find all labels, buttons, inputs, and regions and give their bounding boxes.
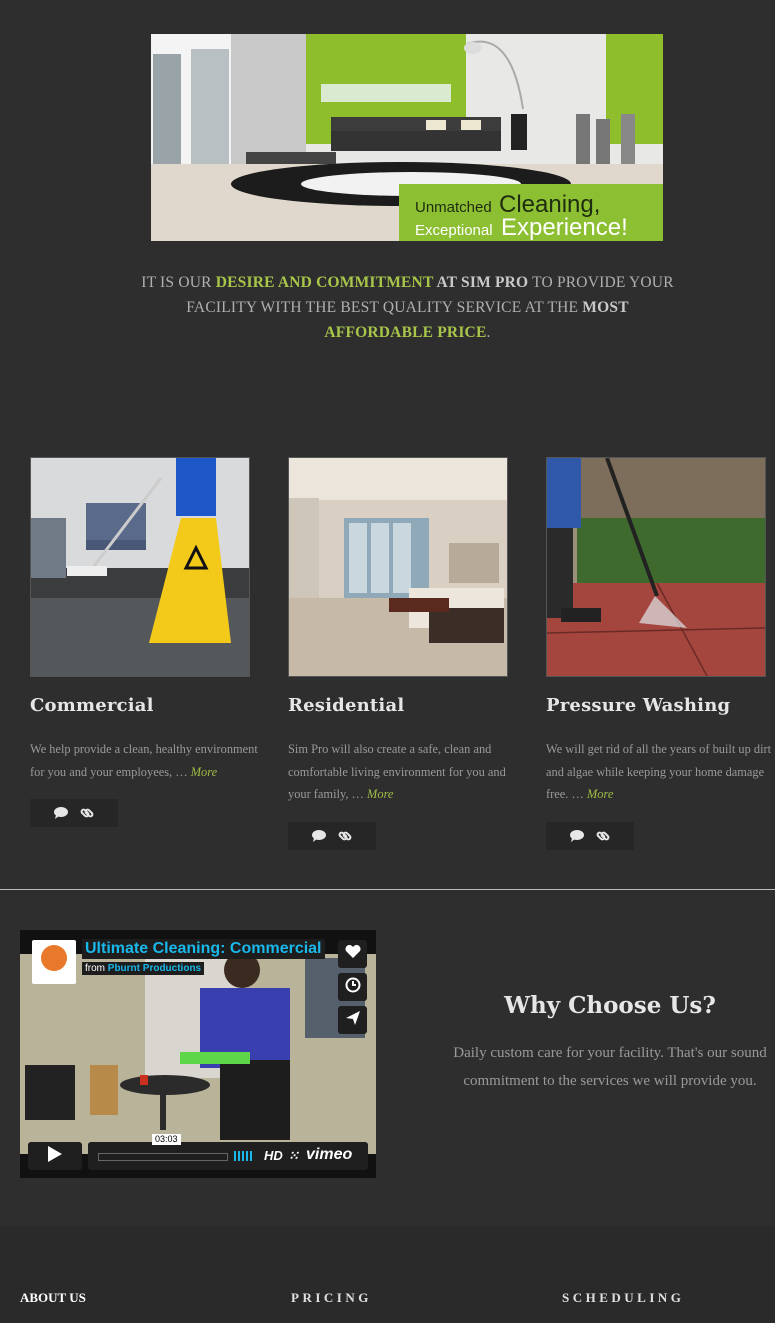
footer: ABOUT US PRICING SCHEDULING [0,1226,775,1323]
video-byline: from Pburnt Productions [82,962,205,975]
section-divider [0,889,775,890]
more-link[interactable]: More [587,787,613,801]
comment-icon[interactable] [312,829,326,842]
tagline-emphasis: most [582,299,629,316]
service-card-pressure-washing: Pressure Washing We will get rid of all … [546,457,771,850]
service-card-commercial: Commercial We help provide a clean, heal… [30,457,258,827]
more-link[interactable]: More [367,787,393,801]
service-card-residential: Residential Sim Pro will also create a s… [288,457,510,850]
more-link[interactable]: More [191,765,217,779]
comment-icon[interactable] [570,829,584,842]
service-description: We will get rid of all the years of buil… [546,742,772,801]
service-description: Sim Pro will also create a safe, clean a… [288,742,506,801]
volume-icon[interactable] [234,1151,252,1161]
vimeo-video-player[interactable]: Ultimate Cleaning: Commercial from Pburn… [20,930,376,1178]
comment-icon[interactable] [54,807,68,819]
clock-icon [345,977,361,998]
service-description: We help provide a clean, healthy environ… [30,742,258,779]
hd-toggle[interactable]: HD [264,1148,283,1163]
post-meta-bar [288,821,376,850]
hero-text-experience: Experience! [501,214,628,241]
vimeo-logo[interactable]: vimeo [306,1146,352,1164]
play-button[interactable] [28,1142,82,1170]
pressure-washing-image[interactable] [546,457,766,677]
video-title[interactable]: Ultimate Cleaning: Commercial [82,939,325,959]
footer-pricing[interactable]: PRICING [291,1290,372,1306]
tagline-text: It is our [141,274,216,291]
video-controls: 03:03 HD ⁙ vimeo [28,1134,368,1170]
why-text: Daily custom care for your facility. Tha… [453,1045,767,1089]
service-title[interactable]: Residential [288,695,510,716]
tagline-highlight-2: affordable price [324,324,487,341]
tagline: It is our desire and commitment at Sim P… [140,270,675,345]
video-duration: 03:03 [152,1134,181,1145]
tagline-brand: at Sim Pro [433,274,529,291]
video-author-link[interactable]: Pburnt Productions [108,963,201,974]
why-heading: Why Choose Us? [504,992,716,1019]
tagline-highlight: desire and commitment [215,274,434,291]
watch-later-button[interactable] [338,973,367,1001]
send-icon [345,1010,361,1031]
hero-text-exceptional: Exceptional [415,222,493,239]
hero-banner: Unmatched Cleaning, Exceptional Experien… [151,34,663,241]
progress-bar[interactable] [98,1153,228,1161]
post-meta-bar [546,821,634,850]
play-icon [48,1145,62,1167]
hero-text-unmatched: Unmatched [415,199,492,216]
service-title[interactable]: Commercial [30,695,252,716]
heart-icon [344,944,361,964]
fullscreen-icon[interactable]: ⁙ [288,1148,299,1164]
footer-about-us[interactable]: ABOUT US [20,1290,86,1306]
footer-scheduling[interactable]: SCHEDULING [562,1290,684,1306]
hero-living-room-image: Unmatched Cleaning, Exceptional Experien… [151,34,663,241]
channel-logo[interactable] [32,940,76,984]
tagline-period: . [486,324,491,341]
post-meta-bar [30,799,118,827]
share-button[interactable] [338,1006,367,1034]
link-icon[interactable] [338,829,352,843]
link-icon[interactable] [596,829,610,843]
like-button[interactable] [338,940,367,968]
why-choose-us-section: Why Choose Us? Daily custom care for you… [445,992,775,1095]
residential-image[interactable] [288,457,508,677]
progress-track[interactable]: 03:03 HD ⁙ vimeo [88,1134,368,1170]
commercial-image[interactable] [30,457,250,677]
link-icon[interactable] [80,806,94,820]
service-title[interactable]: Pressure Washing [546,695,768,716]
